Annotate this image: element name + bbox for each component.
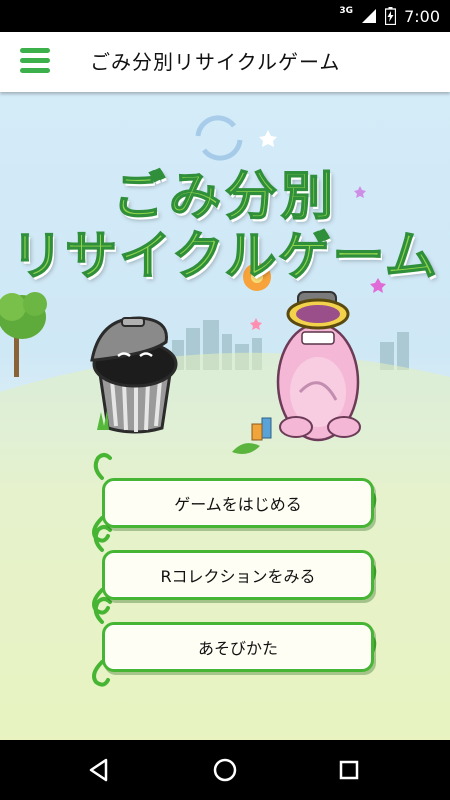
clock: 7:00 (404, 6, 440, 26)
app-bar: ごみ分別リサイクルゲーム (0, 32, 450, 92)
battery-icon (385, 7, 397, 25)
game-title-scene: ごみ分別 リサイクルゲーム ゲームをはじめる Rコレクションをみる あそびかた (0, 92, 450, 740)
status-bar: 3G 7:00 (0, 0, 450, 32)
navigation-bar (0, 740, 450, 800)
recents-square-icon[interactable] (334, 755, 364, 785)
hamburger-menu-icon[interactable] (20, 48, 50, 76)
signal-icon (362, 9, 377, 23)
menu-buttons: ゲームをはじめる Rコレクションをみる あそびかた (0, 92, 450, 740)
collection-button[interactable]: Rコレクションをみる (102, 550, 374, 600)
app-title: ごみ分別リサイクルゲーム (90, 50, 341, 74)
how-to-play-button[interactable]: あそびかた (102, 622, 374, 672)
back-triangle-icon[interactable] (84, 755, 114, 785)
home-circle-icon[interactable] (210, 755, 240, 785)
start-game-button[interactable]: ゲームをはじめる (102, 478, 374, 528)
network-type: 3G (339, 6, 354, 16)
